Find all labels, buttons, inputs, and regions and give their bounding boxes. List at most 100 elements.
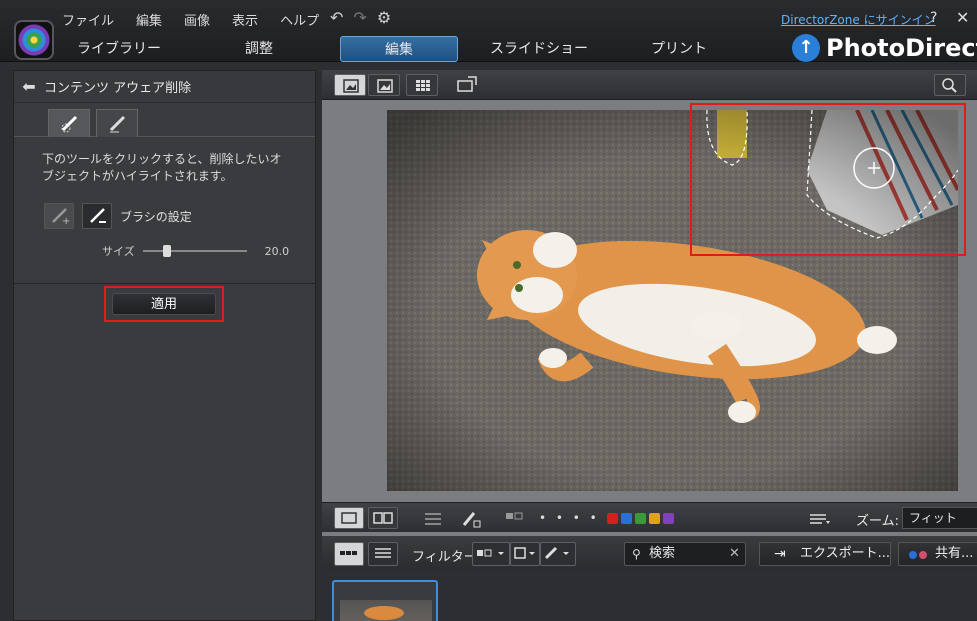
photo-toolbar: • • • • • ズーム: フィット	[322, 502, 977, 532]
list-view-button[interactable]	[368, 542, 398, 566]
size-value: 20.0	[264, 244, 290, 258]
tab-library[interactable]: ライブラリー	[60, 36, 178, 62]
search-input[interactable]: 検索	[624, 542, 746, 566]
share-label: 共有...	[935, 546, 974, 561]
view-compare-button[interactable]	[368, 74, 400, 96]
divider	[14, 283, 315, 284]
main-editor-area: • • • • • ズーム: フィット フィルター: 検索 ⚲ ✕ ⇥ エクスポ…	[322, 70, 977, 621]
share-button[interactable]: 共有...	[898, 542, 977, 566]
filmstrip	[322, 570, 977, 621]
brush-add-icon: +	[52, 208, 70, 225]
export-icon: ⇥	[774, 546, 786, 562]
edit-filter-icon	[544, 546, 569, 560]
share-dot-blue-icon	[909, 551, 917, 559]
grid-view-icon	[416, 80, 430, 91]
single-photo-icon	[341, 512, 357, 524]
brush-settings-label: ブラシの設定	[120, 209, 192, 224]
before-after-button[interactable]	[368, 507, 398, 529]
compare-view-icon	[377, 79, 393, 93]
filmstrip-icon	[340, 551, 357, 555]
tool-tab-remove[interactable]	[48, 109, 90, 137]
size-row: サイズ 20.0	[102, 243, 315, 259]
size-slider-handle[interactable]	[163, 245, 172, 257]
magnifier-icon	[942, 78, 957, 93]
brand-name: PhotoDirect	[826, 34, 977, 62]
module-tabs: ライブラリー 調整 編集 スライドショー プリント	[60, 36, 760, 62]
color-label-purple[interactable]	[663, 513, 674, 524]
brush-erase-icon	[90, 208, 106, 223]
menu-view[interactable]: 表示	[232, 10, 258, 29]
zoom-label: ズーム:	[856, 514, 899, 529]
color-label-green[interactable]	[635, 513, 646, 524]
panel-title: コンテンツ アウェア削除	[44, 81, 192, 96]
clear-search-icon[interactable]: ✕	[729, 546, 740, 561]
apply-button[interactable]: 適用	[112, 293, 216, 315]
menu-file[interactable]: ファイル	[62, 10, 114, 29]
view-toolbar	[322, 70, 977, 100]
filter-edit-dropdown[interactable]	[540, 542, 576, 566]
export-button[interactable]: ⇥ エクスポート...	[759, 542, 891, 566]
filter-flag-dropdown[interactable]	[472, 542, 510, 566]
menu-edit[interactable]: 編集	[136, 10, 162, 29]
share-dot-pink-icon	[919, 551, 927, 559]
menu-help[interactable]: ヘルプ	[280, 10, 319, 29]
help-button[interactable]: ?	[930, 10, 937, 26]
color-filter-icon	[514, 547, 535, 559]
app-titlebar: ファイル 編集 画像 表示 ヘルプ ↶ ↷ ⚙ DirectorZone にサイ…	[0, 0, 977, 62]
selection-highlight-box	[690, 103, 966, 256]
stack-icon[interactable]	[422, 509, 446, 529]
settings-gear-icon[interactable]: ⚙	[377, 8, 391, 27]
sort-menu-icon[interactable]	[808, 510, 832, 528]
panel-header: ⬅ コンテンツ アウェア削除	[14, 71, 315, 103]
apply-highlight-box: 適用	[104, 286, 224, 322]
zoom-search-button[interactable]	[934, 74, 966, 96]
brush-erase-button[interactable]	[82, 203, 112, 229]
content-aware-panel: ⬅ コンテンツ アウェア削除 下のツールをクリックすると、削除したいオブジェクト…	[13, 70, 316, 621]
zoom-select[interactable]: フィット	[902, 507, 977, 529]
tab-adjust[interactable]: 調整	[200, 36, 318, 62]
back-arrow-icon[interactable]: ⬅	[14, 77, 44, 96]
photo-thumbnail[interactable]	[332, 580, 438, 621]
list-icon	[375, 548, 391, 558]
tab-slideshow[interactable]: スライドショー	[480, 36, 598, 62]
filmstrip-toolbar: フィルター: 検索 ⚲ ✕ ⇥ エクスポート... 共有...	[322, 536, 977, 570]
brand-logo: ↑ PhotoDirect	[792, 34, 977, 62]
view-single-button[interactable]	[334, 74, 366, 96]
undo-icon[interactable]: ↶	[330, 8, 343, 27]
brand-arrow-icon: ↑	[792, 34, 820, 62]
menu-bar: ファイル 編集 画像 表示 ヘルプ	[62, 6, 341, 32]
single-view-icon	[343, 79, 359, 93]
redo-icon[interactable]: ↷	[353, 8, 366, 27]
export-label: エクスポート...	[800, 546, 891, 561]
star-rating[interactable]: • • • • •	[539, 511, 617, 525]
tool-tab-clone[interactable]	[96, 109, 138, 137]
svg-text:+: +	[62, 216, 70, 225]
menu-image[interactable]: 画像	[184, 10, 210, 29]
directorzone-signin-link[interactable]: DirectorZone にサインイン	[781, 11, 936, 28]
filmstrip-view-button[interactable]	[334, 542, 364, 566]
filter-label: フィルター:	[412, 550, 482, 565]
tab-print[interactable]: プリント	[620, 36, 738, 62]
flag-icon[interactable]	[502, 509, 526, 529]
single-photo-button[interactable]	[334, 507, 364, 529]
size-slider[interactable]	[142, 245, 247, 257]
undo-redo-group: ↶ ↷ ⚙	[330, 8, 391, 27]
filter-color-dropdown[interactable]	[510, 542, 540, 566]
thumbnail-subject	[364, 606, 404, 620]
tool-tabs	[14, 103, 315, 137]
brush-clone-icon	[109, 115, 126, 133]
size-label: サイズ	[102, 245, 135, 258]
color-label-yellow[interactable]	[649, 513, 660, 524]
brush-remove-icon	[61, 115, 78, 133]
search-icon: ⚲	[632, 547, 641, 561]
close-icon[interactable]: ✕	[956, 8, 969, 27]
tab-edit[interactable]: 編集	[340, 36, 458, 62]
brush-add-button[interactable]: +	[44, 203, 74, 229]
color-label-blue[interactable]	[621, 513, 632, 524]
color-label-red[interactable]	[607, 513, 618, 524]
view-grid-button[interactable]	[406, 74, 438, 96]
app-logo-icon[interactable]	[14, 20, 54, 60]
edit-pencil-icon[interactable]	[460, 509, 484, 529]
tool-description: 下のツールをクリックすると、削除したいオブジェクトがハイライトされます。	[42, 152, 282, 183]
fullscreen-icon[interactable]	[456, 75, 480, 95]
